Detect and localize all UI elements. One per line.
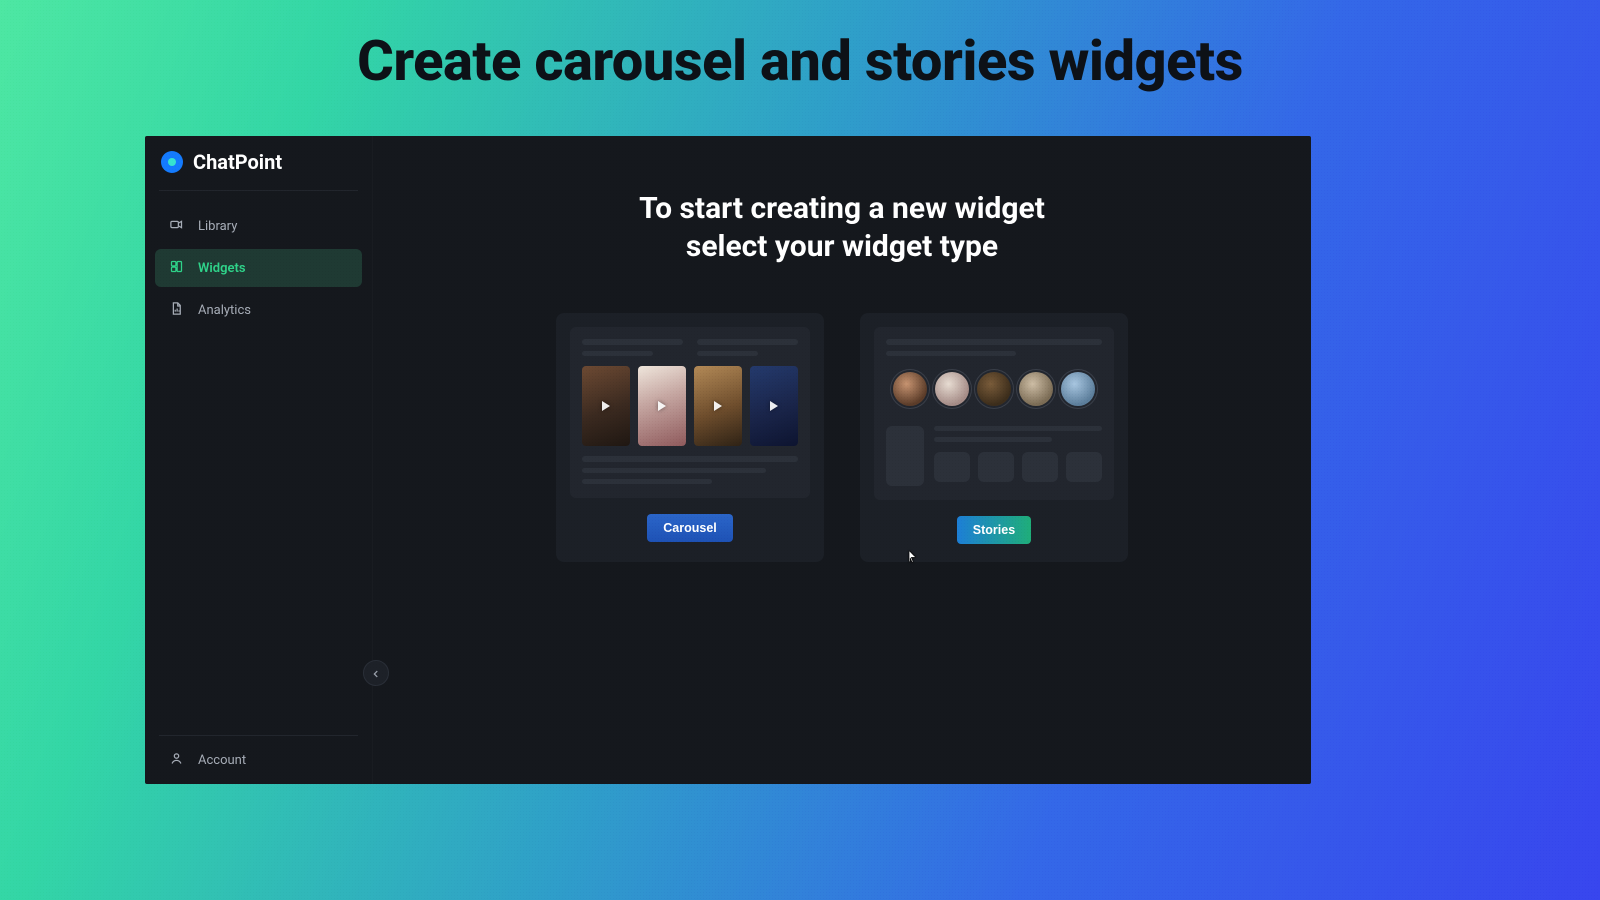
sidebar-item-label: Account bbox=[198, 753, 246, 768]
brand-name: ChatPoint bbox=[193, 150, 282, 174]
skeleton-block bbox=[1022, 452, 1058, 482]
story-avatar bbox=[1019, 372, 1053, 406]
widget-option-carousel[interactable]: Carousel bbox=[556, 313, 824, 562]
document-chart-icon bbox=[169, 301, 184, 320]
sidebar: ChatPoint Library Widgets bbox=[145, 136, 373, 784]
widget-icon bbox=[169, 259, 184, 278]
sidebar-item-widgets[interactable]: Widgets bbox=[155, 249, 362, 287]
sidebar-item-label: Library bbox=[198, 219, 237, 234]
carousel-thumb bbox=[638, 366, 686, 446]
sidebar-item-label: Analytics bbox=[198, 303, 251, 318]
user-icon bbox=[169, 751, 184, 770]
sidebar-item-label: Widgets bbox=[198, 261, 246, 276]
sidebar-item-library[interactable]: Library bbox=[155, 207, 362, 245]
sidebar-item-analytics[interactable]: Analytics bbox=[155, 291, 362, 329]
main-content: To start creating a new widget select yo… bbox=[373, 136, 1311, 784]
skeleton-block bbox=[886, 426, 924, 486]
play-icon bbox=[582, 366, 630, 446]
promo-heading: Create carousel and stories widgets bbox=[0, 28, 1600, 94]
play-icon bbox=[694, 366, 742, 446]
story-avatar bbox=[893, 372, 927, 406]
main-heading-line: select your widget type bbox=[413, 228, 1271, 266]
carousel-thumb bbox=[750, 366, 798, 446]
carousel-button[interactable]: Carousel bbox=[647, 514, 733, 542]
app-window: ChatPoint Library Widgets bbox=[145, 136, 1311, 784]
widget-type-options: Carousel bbox=[413, 313, 1271, 562]
play-icon bbox=[750, 366, 798, 446]
brand[interactable]: ChatPoint bbox=[145, 136, 372, 186]
sidebar-item-account[interactable]: Account bbox=[145, 736, 372, 784]
main-heading-line: To start creating a new widget bbox=[413, 190, 1271, 228]
story-avatar bbox=[1061, 372, 1095, 406]
brand-logo-icon bbox=[161, 151, 183, 173]
main-heading: To start creating a new widget select yo… bbox=[413, 190, 1271, 265]
skeleton-block bbox=[978, 452, 1014, 482]
skeleton-block bbox=[1066, 452, 1102, 482]
sidebar-nav: Library Widgets Analytics bbox=[145, 201, 372, 339]
carousel-preview bbox=[570, 327, 810, 498]
skeleton-block bbox=[934, 452, 970, 482]
video-camera-icon bbox=[169, 217, 184, 236]
carousel-thumb bbox=[582, 366, 630, 446]
carousel-thumb bbox=[694, 366, 742, 446]
divider bbox=[159, 190, 358, 191]
promo-background: Create carousel and stories widgets Chat… bbox=[0, 0, 1600, 900]
story-avatar bbox=[935, 372, 969, 406]
story-avatar bbox=[977, 372, 1011, 406]
widget-option-stories[interactable]: Stories bbox=[860, 313, 1128, 562]
stories-preview bbox=[874, 327, 1114, 500]
play-icon bbox=[638, 366, 686, 446]
stories-button[interactable]: Stories bbox=[957, 516, 1031, 544]
